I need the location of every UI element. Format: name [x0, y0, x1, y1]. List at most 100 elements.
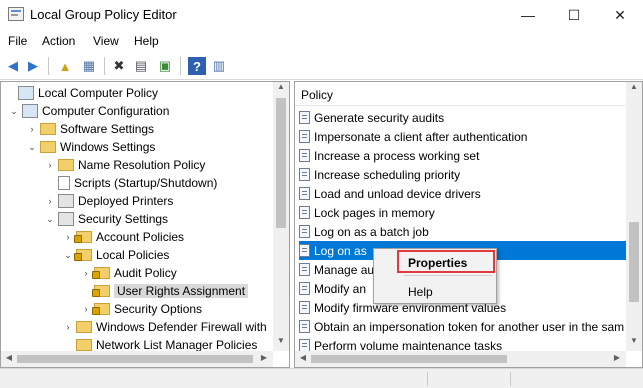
menu-file[interactable]: File	[8, 34, 27, 48]
tree-item[interactable]: › Audit Policy	[81, 264, 177, 282]
policy-name: Obtain an impersonation token for anothe…	[314, 319, 625, 334]
policy-row[interactable]: Generate security audits	[299, 108, 627, 127]
tree-item[interactable]: User Rights Assignment	[81, 282, 249, 300]
tree-item[interactable]: › Deployed Printers	[45, 192, 173, 210]
title-bar[interactable]: Local Group Policy Editor — ☐ ✕	[0, 0, 643, 30]
tree-item-label: Audit Policy	[114, 266, 177, 280]
policy-setting-icon	[299, 187, 310, 200]
policy-vertical-scrollbar[interactable]: ▲ ▼	[626, 82, 642, 351]
tree-item[interactable]: Scripts (Startup/Shutdown)	[45, 174, 217, 192]
collapsed-chevron-icon[interactable]: ›	[81, 304, 91, 314]
scroll-down-arrow-icon[interactable]: ▼	[273, 336, 289, 350]
properties-icon[interactable]: ▤	[132, 57, 150, 75]
tree-horizontal-scrollbar[interactable]: ◀ ▶	[1, 351, 273, 367]
tree-item[interactable]: › Windows Defender Firewall with	[63, 318, 267, 336]
policy-hscroll-thumb[interactable]	[311, 355, 507, 363]
folder-lock-icon	[74, 231, 92, 243]
policy-editor-app-icon	[8, 7, 24, 21]
tree-item[interactable]: Local Computer Policy	[5, 84, 158, 102]
tree-item-label: Software Settings	[60, 122, 155, 136]
status-divider	[510, 372, 511, 386]
tree-item[interactable]: › Software Settings	[27, 120, 155, 138]
tree-item[interactable]: ⌄ Computer Configuration	[9, 102, 169, 120]
forward-arrow-icon[interactable]: ▶	[24, 57, 42, 75]
folder-lock-icon	[92, 285, 110, 297]
folder-icon	[40, 141, 56, 153]
context-menu-help[interactable]: Help	[374, 282, 496, 302]
policy-row[interactable]: Log on as a batch job	[299, 222, 627, 241]
security-settings-icon	[58, 212, 74, 226]
delete-icon[interactable]: ✖	[110, 57, 128, 75]
maximize-button[interactable]: ☐	[551, 0, 597, 30]
scroll-up-arrow-icon[interactable]: ▲	[273, 82, 289, 96]
tree-item[interactable]: ⌄ Windows Settings	[27, 138, 155, 156]
properties-highlight-box	[397, 250, 495, 273]
computer-icon	[22, 104, 38, 118]
expanded-chevron-icon[interactable]: ⌄	[9, 106, 19, 117]
tree-item-label: Windows Settings	[60, 140, 156, 154]
scroll-left-arrow-icon[interactable]: ◀	[2, 353, 16, 365]
scroll-up-arrow-icon[interactable]: ▲	[626, 82, 642, 96]
minimize-button[interactable]: —	[505, 0, 551, 30]
tree-scroll-thumb[interactable]	[276, 98, 286, 228]
scroll-down-arrow-icon[interactable]: ▼	[626, 336, 642, 350]
policy-scroll-thumb[interactable]	[629, 222, 639, 302]
policy-name: Increase a process working set	[314, 148, 480, 163]
close-button[interactable]: ✕	[597, 0, 643, 30]
show-hide-tree-icon[interactable]: ▦	[80, 57, 98, 75]
computer-policy-icon	[18, 86, 34, 100]
export-list-icon[interactable]: ▣	[156, 57, 174, 75]
back-arrow-icon[interactable]: ◀	[4, 57, 22, 75]
policy-row[interactable]: Impersonate a client after authenticatio…	[299, 127, 627, 146]
tree-item[interactable]: ⌄ Security Settings	[45, 210, 168, 228]
scroll-right-arrow-icon[interactable]: ▶	[610, 353, 624, 365]
tree-item[interactable]: › Security Options	[81, 300, 203, 318]
collapsed-chevron-icon[interactable]: ›	[45, 160, 55, 170]
toolbar-separator	[104, 57, 105, 75]
tree-item-label: Security Options	[114, 302, 203, 316]
policy-column-header[interactable]: Policy	[295, 82, 625, 106]
tree-item-label: Computer Configuration	[42, 104, 170, 118]
policy-row[interactable]: Increase a process working set	[299, 146, 627, 165]
policy-row[interactable]: Obtain an impersonation token for anothe…	[299, 317, 627, 336]
toolbar: ◀ ▶ ▲ ▦ ✖ ▤ ▣ ? ▥	[0, 52, 643, 80]
policy-setting-icon	[299, 301, 310, 314]
tree-item[interactable]: › Account Policies	[63, 228, 185, 246]
policy-setting-icon	[299, 149, 310, 162]
expanded-chevron-icon[interactable]: ⌄	[63, 250, 73, 261]
tree-pane[interactable]: Local Computer Policy ⌄ Computer Configura…	[0, 81, 290, 368]
collapsed-chevron-icon[interactable]: ›	[81, 268, 91, 278]
tree-item-label: Network List Manager Policies	[96, 338, 258, 352]
policy-name: Manage au	[314, 262, 375, 277]
menu-view[interactable]: View	[93, 34, 119, 48]
scroll-left-arrow-icon[interactable]: ◀	[296, 353, 310, 365]
collapsed-chevron-icon[interactable]: ›	[63, 322, 73, 332]
expanded-chevron-icon[interactable]: ⌄	[45, 214, 55, 225]
collapsed-chevron-icon[interactable]: ›	[27, 124, 37, 134]
policy-setting-icon	[299, 263, 310, 276]
up-folder-icon[interactable]: ▲	[56, 57, 74, 75]
policy-row[interactable]: Increase scheduling priority	[299, 165, 627, 184]
collapsed-chevron-icon[interactable]: ›	[63, 232, 73, 242]
policy-name: Log on as	[314, 243, 367, 258]
scroll-right-arrow-icon[interactable]: ▶	[257, 353, 271, 365]
menu-action[interactable]: Action	[42, 34, 75, 48]
help-icon[interactable]: ?	[188, 57, 206, 75]
policy-row[interactable]: Load and unload device drivers	[299, 184, 627, 203]
policy-column-label: Policy	[301, 88, 334, 102]
policy-pane[interactable]: Policy Generate security audits Impersona…	[294, 81, 643, 368]
policy-setting-icon	[299, 320, 310, 333]
policy-horizontal-scrollbar[interactable]: ◀ ▶	[295, 351, 626, 367]
expanded-chevron-icon[interactable]: ⌄	[27, 142, 37, 153]
tree-item[interactable]: › Name Resolution Policy	[45, 156, 206, 174]
policy-row[interactable]: Lock pages in memory	[299, 203, 627, 222]
tree-item[interactable]: ⌄ Local Policies	[63, 246, 169, 264]
tree-item-label: Windows Defender Firewall with	[96, 320, 267, 334]
menu-help[interactable]: Help	[134, 34, 159, 48]
tree-vertical-scrollbar[interactable]: ▲ ▼	[273, 82, 289, 351]
extended-view-icon[interactable]: ▥	[210, 57, 228, 75]
policy-setting-icon	[299, 282, 310, 295]
policy-setting-icon	[299, 244, 310, 257]
tree-hscroll-thumb[interactable]	[17, 355, 253, 363]
collapsed-chevron-icon[interactable]: ›	[45, 196, 55, 206]
